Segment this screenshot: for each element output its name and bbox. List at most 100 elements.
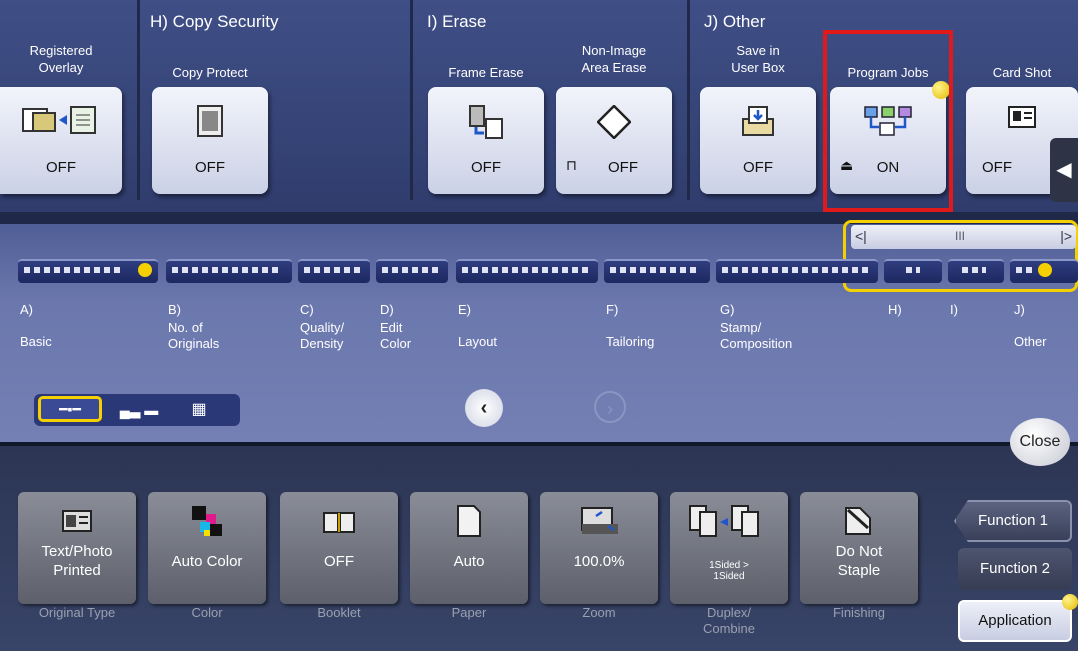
function-2-tab[interactable]: Function 2 [958,548,1072,590]
finishing-icon [845,507,871,535]
tab-label-basic: Basic [20,334,52,349]
color-button[interactable]: Auto Color [148,492,266,604]
paper-caption: Paper [451,605,487,620]
tab-i[interactable] [948,259,1004,283]
application-indicator-dot [1062,594,1078,610]
tab-key-j: J) [1014,302,1025,317]
tab-other[interactable] [1010,259,1078,283]
zoom-icon [581,507,618,534]
tab-label-no-of-originals: No. of Originals [168,320,220,351]
tab-key-e: E) [458,302,471,317]
prev-page-button[interactable]: ‹ [465,389,503,427]
copy-protect-label: Copy Protect [172,65,248,80]
tab-key-i: I) [950,302,958,317]
tab-indicator-dot [1038,263,1052,277]
zoom-value: 100.0% [573,553,625,570]
card-shot-icon [1008,106,1036,128]
tab-edit-color[interactable] [376,259,448,283]
user-box-icon [742,106,774,136]
non-image-erase-icon [597,105,631,139]
color-value: Auto Color [171,553,243,570]
original-type-button[interactable]: Text/Photo Printed [18,492,136,604]
tab-scrollbar[interactable]: <| III |> [851,225,1076,249]
registered-overlay-value: OFF [46,159,76,176]
zoom-caption: Zoom [582,605,616,620]
compact-view-icon[interactable]: ▄▃ ▬ [114,398,164,422]
paper-button[interactable]: Auto [410,492,528,604]
frame-erase-label: Frame Erase [448,65,524,80]
tab-label-other: Other [1014,334,1047,349]
non-image-area-erase-button[interactable]: ⊓ OFF [556,87,672,194]
booklet-icon [323,512,355,533]
overlay-icon [22,106,96,134]
tab-key-g: G) [720,302,735,317]
non-image-area-erase-label: Non-Image Area Erase [581,43,647,75]
tab-no-of-originals[interactable] [166,259,292,283]
zoom-button[interactable]: 100.0% [540,492,658,604]
frame-erase-button[interactable]: OFF [428,87,544,194]
non-image-area-erase-value: OFF [608,159,638,176]
duplex-combine-value: 1Sided > 1Sided [709,560,749,582]
original-type-icon [62,510,92,532]
divider [687,0,690,200]
color-icon [192,506,222,536]
frame-erase-value: OFF [471,159,501,176]
save-in-user-box-value: OFF [743,159,773,176]
group-title-erase: I) Erase [427,12,487,31]
registered-overlay-button[interactable]: OFF [0,87,122,194]
group-title-other: J) Other [704,12,766,31]
paper-icon [457,505,481,537]
tab-stamp-composition[interactable] [716,259,878,283]
finishing-value: Do Not Staple [835,543,883,579]
tab-label-edit-color: Edit Color [380,320,412,351]
color-caption: Color [191,605,223,620]
copy-protect-icon [197,105,223,137]
tab-label-tailoring: Tailoring [606,334,655,349]
tab-key-c: C) [300,302,314,317]
finishing-button[interactable]: Do Not Staple [800,492,918,604]
scroll-left-icon[interactable]: <| [855,228,867,244]
booklet-caption: Booklet [317,605,361,620]
copy-protect-button[interactable]: OFF [152,87,268,194]
duplex-combine-button[interactable]: 1Sided > 1Sided [670,492,788,604]
view-mode-selector: ━▪━ ▄▃ ▬ ▦ [34,394,240,426]
scroll-right-icon[interactable]: |> [1060,228,1072,244]
tab-label-stamp-composition: Stamp/ Composition [720,320,793,351]
highlight-box [823,30,953,212]
tab-layout[interactable] [456,259,598,283]
tab-key-f: F) [606,302,619,317]
paper-value: Auto [453,553,485,570]
tab-key-d: D) [380,302,394,317]
original-type-value: Text/Photo Printed [41,543,113,579]
tab-key-h: H) [888,302,902,317]
divider [410,0,413,200]
copy-protect-value: OFF [195,159,225,176]
tab-indicator-dot [138,263,152,277]
bottom-separator [0,442,1078,446]
registered-overlay-label: Registered Overlay [29,43,93,75]
application-tab[interactable]: Application [958,600,1072,642]
tab-h[interactable] [884,259,942,283]
group-title-copy-security: H) Copy Security [150,12,279,31]
tab-tailoring[interactable] [604,259,710,283]
finishing-caption: Finishing [832,605,886,620]
save-in-user-box-button[interactable]: OFF [700,87,816,194]
divider [137,0,140,200]
scroll-left-arrow-icon[interactable]: ◀ [1050,138,1078,202]
tab-key-b: B) [168,302,181,317]
tab-basic[interactable] [18,259,158,283]
scroll-thumb[interactable]: III [955,229,965,243]
card-shot-label: Card Shot [992,65,1052,80]
tab-label-quality-density: Quality/ Density [300,320,345,351]
booklet-button[interactable]: OFF [280,492,398,604]
list-view-icon[interactable]: ━▪━ [38,396,102,422]
next-page-button[interactable]: › [594,391,626,423]
close-button[interactable]: Close [1010,418,1070,466]
save-in-user-box-label: Save in User Box [731,43,785,75]
duplex-combine-caption: Duplex/ Combine [702,605,756,636]
function-1-tab[interactable]: Function 1 [954,500,1072,542]
grid-view-icon[interactable]: ▦ [174,398,224,422]
duplex-icon [689,505,759,537]
tab-quality-density[interactable] [298,259,370,283]
frame-erase-icon [469,105,503,139]
